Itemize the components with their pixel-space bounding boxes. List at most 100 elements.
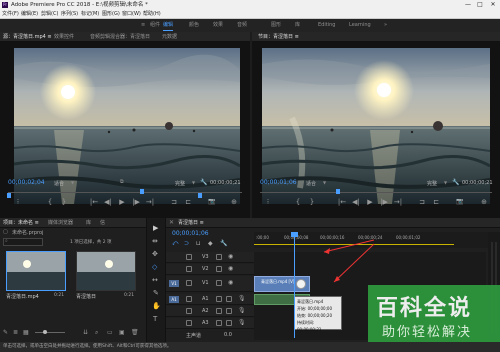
add-marker-icon[interactable]: ◆	[208, 240, 213, 247]
plus-icon[interactable]: ⊕	[228, 198, 240, 206]
tab-info[interactable]: 信	[100, 218, 105, 228]
timeline-playhead[interactable]	[294, 232, 295, 338]
tab-media-browser[interactable]: 媒体浏览器	[48, 218, 73, 228]
step-forward-button[interactable]: |▶	[130, 198, 142, 206]
minimize-button[interactable]: —	[462, 0, 474, 10]
sequence-name[interactable]: 青涩落日	[76, 293, 96, 300]
menu-marker[interactable]: 标记(M)	[81, 10, 99, 19]
source-patch-a1[interactable]: A1	[169, 296, 179, 303]
close-icon[interactable]: ✕	[169, 218, 174, 228]
clip-thumbnail[interactable]	[6, 251, 66, 291]
source-playhead[interactable]	[140, 189, 144, 194]
hand-tool[interactable]: ✋	[152, 302, 161, 310]
eye-icon[interactable]: ◉	[228, 279, 233, 286]
sync-icon[interactable]	[216, 266, 222, 272]
lock-icon[interactable]	[186, 320, 192, 326]
tab-metadata[interactable]: 元数据	[162, 32, 177, 42]
icon-view-icon[interactable]: ▦	[23, 329, 29, 336]
workspace-graphics[interactable]: 图形	[271, 19, 281, 32]
tab-sequence[interactable]: 青涩落日 ≡	[178, 218, 204, 228]
razor-tool[interactable]: ◇	[152, 263, 157, 271]
lock-icon[interactable]	[186, 280, 192, 286]
zoom-slider-handle[interactable]	[43, 330, 47, 334]
mark-out-button[interactable]: }	[58, 198, 70, 206]
source-timecode[interactable]: 00;00;02;04	[8, 179, 45, 186]
chevron-down-icon[interactable]: ▼	[192, 180, 195, 185]
menu-window[interactable]: 窗口(W)	[122, 10, 141, 19]
mute-button[interactable]	[216, 320, 222, 326]
menu-sequence[interactable]: 序列(S)	[61, 10, 78, 19]
mark-out-button[interactable]: }	[306, 198, 318, 206]
tab-effect-controls[interactable]: 效果控件	[54, 32, 74, 42]
ripple-edit-tool[interactable]: ✥	[152, 250, 158, 258]
zoom-slider[interactable]	[35, 332, 65, 333]
new-bin-icon[interactable]: ▭	[107, 329, 113, 336]
source-settings-icon[interactable]: ⧉	[120, 179, 124, 185]
sequence-thumbnail[interactable]	[76, 251, 136, 291]
timeline-timecode[interactable]: 00;00;01;06	[172, 230, 209, 237]
camera-icon[interactable]: 📷	[454, 198, 466, 205]
insert-button[interactable]: ⊐	[168, 198, 180, 206]
mic-icon[interactable]: 🎙	[238, 307, 246, 314]
lock-icon[interactable]	[186, 308, 192, 314]
mute-button[interactable]	[216, 296, 222, 302]
eye-icon[interactable]: ◉	[228, 253, 233, 260]
project-search-input[interactable]	[3, 238, 43, 246]
source-quality-select[interactable]: 完整	[175, 180, 185, 187]
workspace-menu-icon[interactable]: ≡	[141, 19, 145, 32]
program-timecode[interactable]: 00;00;01;06	[260, 179, 297, 186]
solo-button[interactable]	[226, 308, 232, 314]
snap-icon[interactable]: ⤺	[172, 240, 178, 248]
solo-button[interactable]	[226, 296, 232, 302]
source-fit-select[interactable]: 适合	[54, 180, 64, 187]
menu-help[interactable]: 帮助(H)	[143, 10, 161, 19]
workspace-libraries[interactable]: 库	[295, 19, 300, 32]
track-select-tool[interactable]: ⇹	[152, 237, 158, 245]
step-back-button[interactable]: ◀|	[350, 198, 362, 206]
pen-tool[interactable]: ✎	[153, 289, 159, 297]
plus-icon[interactable]: ⊕	[478, 198, 490, 206]
selection-tool[interactable]: ▶	[153, 224, 158, 232]
workspace-editing-en[interactable]: Editing	[318, 19, 335, 32]
step-back-button[interactable]: ◀|	[102, 198, 114, 206]
program-fit-select[interactable]: 适合	[306, 180, 316, 187]
step-forward-button[interactable]: |▶	[378, 198, 390, 206]
trash-icon[interactable]: 🗑	[131, 329, 139, 336]
sync-icon[interactable]	[216, 280, 222, 286]
new-item-icon[interactable]: ▣	[119, 329, 125, 336]
add-marker-button[interactable]: ⁝	[12, 198, 24, 206]
menu-edit[interactable]: 编辑(E)	[21, 10, 38, 19]
tab-source[interactable]: 源：青涩落日.mp4 ≡	[3, 32, 52, 42]
workspace-audio[interactable]: 音频	[237, 19, 247, 32]
tab-project[interactable]: 项目：未命名 ≡	[3, 218, 39, 228]
workspace-learning[interactable]: Learning	[349, 19, 371, 32]
extract-button[interactable]: ⊏	[430, 198, 442, 206]
nest-icon[interactable]: ⊔	[196, 240, 201, 247]
menu-graphics[interactable]: 图形(G)	[102, 10, 120, 19]
camera-icon[interactable]: 📷	[206, 198, 218, 205]
mic-icon[interactable]: 🎙	[238, 295, 246, 302]
close-window-button[interactable]: ✕	[487, 0, 499, 10]
menu-clip[interactable]: 剪辑(C)	[41, 10, 58, 19]
chevron-down-icon[interactable]: ▼	[444, 180, 447, 185]
clip-name[interactable]: 青涩落日.mp4	[6, 293, 39, 300]
settings-icon[interactable]: 🔧	[220, 240, 227, 247]
go-to-out-button[interactable]: →|	[392, 198, 404, 206]
slip-tool[interactable]: ↔	[152, 276, 158, 284]
go-to-out-button[interactable]: →|	[144, 198, 156, 206]
program-scrub-bar[interactable]	[260, 192, 492, 193]
add-marker-button[interactable]: ⁝	[262, 198, 274, 206]
play-button[interactable]: ▶	[116, 198, 128, 206]
program-playhead[interactable]	[336, 189, 340, 194]
menu-file[interactable]: 文件(F)	[2, 10, 19, 19]
workspace-effects[interactable]: 效果	[213, 19, 223, 32]
workspace-color[interactable]: 颜色	[189, 19, 199, 32]
tab-audio-clip-mixer[interactable]: 音频剪辑混合器：青涩落日	[90, 32, 150, 42]
automate-icon[interactable]: ⇊	[83, 329, 88, 336]
mute-button[interactable]	[216, 308, 222, 314]
mark-in-button[interactable]: {	[44, 198, 56, 206]
list-view-icon[interactable]: ≣	[13, 329, 18, 336]
search-icon[interactable]: ⌕	[95, 329, 98, 337]
play-button[interactable]: ▶	[364, 198, 376, 206]
wrench-icon[interactable]: 🔧	[452, 179, 459, 186]
